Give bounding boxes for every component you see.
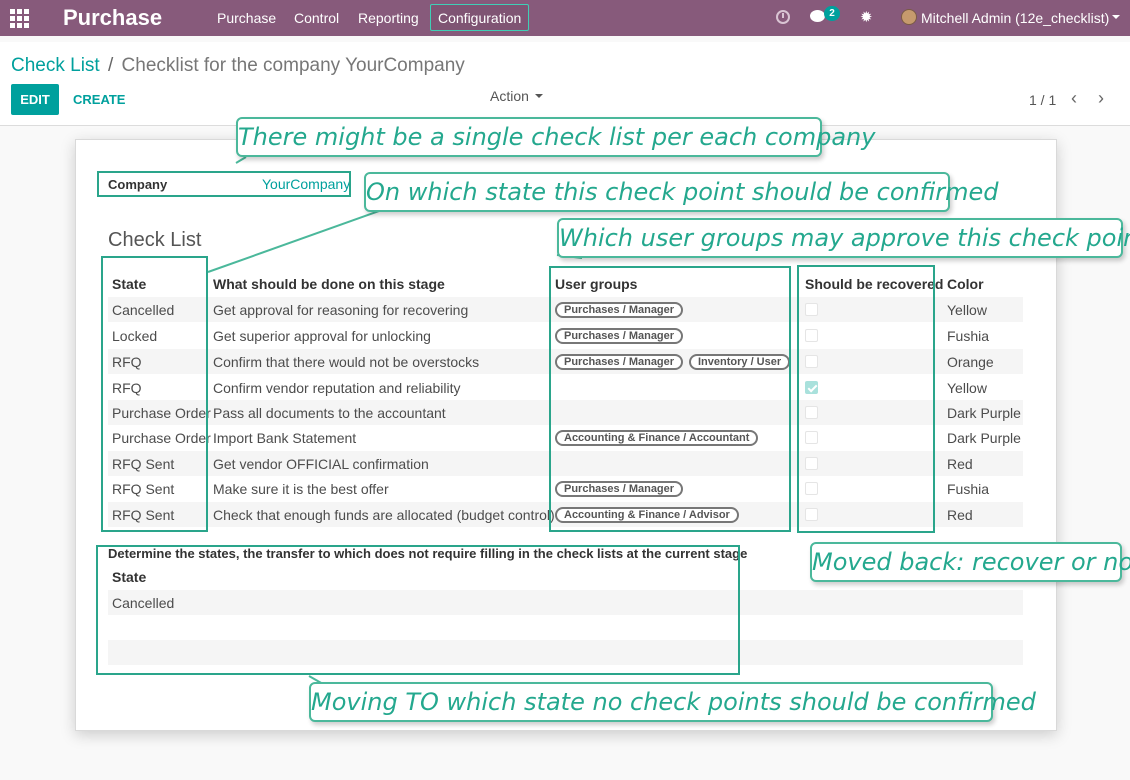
control-panel: Check List / Checklist for the company Y…	[0, 42, 1130, 126]
row-state: RFQ	[112, 380, 142, 396]
recovered-checkbox	[805, 482, 818, 495]
pager-next-icon[interactable]: ›	[1098, 88, 1104, 109]
row-state: RFQ	[112, 354, 142, 370]
row-color: Yellow	[947, 380, 987, 396]
row-color: Yellow	[947, 302, 987, 318]
row-state: RFQ Sent	[112, 481, 175, 497]
caret-down-icon	[534, 94, 543, 98]
recovered-checkbox	[805, 329, 818, 342]
callout-user-groups: Which user groups may approve this check…	[557, 218, 1130, 258]
callout-single-check-list: There might be a single check list per e…	[236, 117, 875, 157]
row-what: Pass all documents to the accountant	[213, 405, 446, 421]
activity-clock-icon[interactable]	[776, 10, 790, 24]
chevron-down-icon[interactable]	[1112, 15, 1120, 19]
row-color: Orange	[947, 354, 994, 370]
column-user-groups[interactable]: User groups	[555, 276, 637, 292]
app-name[interactable]: Purchase	[63, 5, 162, 31]
callout-moved-back: Moved back: recover or not?	[810, 542, 1130, 582]
action-label: Action	[490, 88, 529, 104]
user-group-tag: Purchases / Manager	[555, 481, 684, 497]
column-what[interactable]: What should be done on this stage	[213, 276, 445, 292]
company-label: Company	[108, 177, 168, 192]
pager-previous-icon[interactable]: ‹	[1071, 88, 1077, 109]
company-value[interactable]: YourCompany	[262, 176, 350, 192]
action-dropdown[interactable]: Action	[490, 88, 543, 104]
row-color: Fushia	[947, 481, 990, 497]
row-color: Fushia	[947, 328, 990, 344]
callout-moving-to: Moving TO which state no check points sh…	[309, 682, 1036, 722]
row-color: Dark Purple	[947, 405, 1021, 421]
column-no-check-state[interactable]: State	[112, 569, 146, 585]
column-state[interactable]: State	[112, 276, 146, 292]
recovered-checkbox	[805, 508, 818, 521]
user-avatar[interactable]	[901, 9, 917, 25]
breadcrumb-separator: /	[107, 55, 114, 76]
user-group-tag: Purchases / Manager	[555, 354, 684, 370]
row-what: Get superior approval for unlocking	[213, 328, 431, 344]
recovered-checkbox	[805, 381, 818, 394]
recovered-checkbox	[805, 355, 818, 368]
recovered-checkbox	[805, 431, 818, 444]
row-what: Get vendor OFFICIAL confirmation	[213, 456, 429, 472]
column-should-be-recovered[interactable]: Should be recovered	[805, 276, 943, 292]
row-state: RFQ Sent	[112, 456, 175, 472]
menu-control[interactable]: Control	[294, 10, 339, 26]
user-group-tag: Accounting & Finance / Advisor	[555, 507, 739, 523]
no-check-states-title: Determine the states, the transfer to wh…	[108, 546, 748, 561]
chat-count-badge: 2	[824, 6, 840, 21]
row-state: Cancelled	[112, 302, 175, 318]
menu-configuration[interactable]: Configuration	[430, 4, 530, 31]
empty-table-row	[108, 640, 1023, 665]
chat-icon[interactable]	[810, 10, 825, 22]
breadcrumb: Check List / Checklist for the company Y…	[11, 55, 465, 77]
edit-button[interactable]: EDIT	[11, 84, 59, 115]
row-what: Get approval for reasoning for recoverin…	[213, 302, 469, 318]
row-what: Confirm that there would not be overstoc…	[213, 354, 480, 370]
recovered-checkbox	[805, 457, 818, 470]
row-color: Red	[947, 456, 973, 472]
no-check-state: Cancelled	[112, 595, 175, 611]
row-color: Dark Purple	[947, 430, 1021, 446]
row-what: Confirm vendor reputation and reliabilit…	[213, 380, 461, 396]
row-what: Import Bank Statement	[213, 430, 357, 446]
column-color[interactable]: Color	[947, 276, 984, 292]
user-group-tag: Purchases / Manager	[555, 328, 684, 344]
recovered-checkbox	[805, 303, 818, 316]
bug-icon[interactable]: ✹	[860, 8, 873, 26]
menu-reporting[interactable]: Reporting	[358, 10, 419, 26]
top-navbar: Purchase Purchase Control Reporting Conf…	[0, 0, 1130, 36]
row-state: Purchase Order	[112, 405, 211, 421]
recovered-checkbox	[805, 406, 818, 419]
user-group-tag: Accounting & Finance / Accountant	[555, 430, 759, 446]
menu-purchase[interactable]: Purchase	[217, 10, 276, 26]
row-color: Red	[947, 507, 973, 523]
breadcrumb-current: Checklist for the company YourCompany	[121, 55, 465, 76]
user-group-tag: Inventory / User	[689, 354, 791, 370]
breadcrumb-parent[interactable]: Check List	[11, 55, 100, 76]
create-button[interactable]: CREATE	[73, 92, 125, 107]
checklist-section-title: Check List	[108, 229, 202, 251]
pager-value[interactable]: 1 / 1	[1029, 92, 1056, 108]
apps-menu-icon[interactable]	[10, 9, 29, 28]
table-row[interactable]	[108, 590, 1023, 615]
row-state: Purchase Order	[112, 430, 211, 446]
row-state: Locked	[112, 328, 158, 344]
user-group-tag: Purchases / Manager	[555, 302, 684, 318]
callout-state-confirm: On which state this check point should b…	[364, 172, 998, 212]
user-menu[interactable]: Mitchell Admin (12e_checklist)	[921, 10, 1109, 26]
row-what: Check that enough funds are allocated (b…	[213, 507, 555, 523]
row-state: RFQ Sent	[112, 507, 175, 523]
row-what: Make sure it is the best offer	[213, 481, 389, 497]
